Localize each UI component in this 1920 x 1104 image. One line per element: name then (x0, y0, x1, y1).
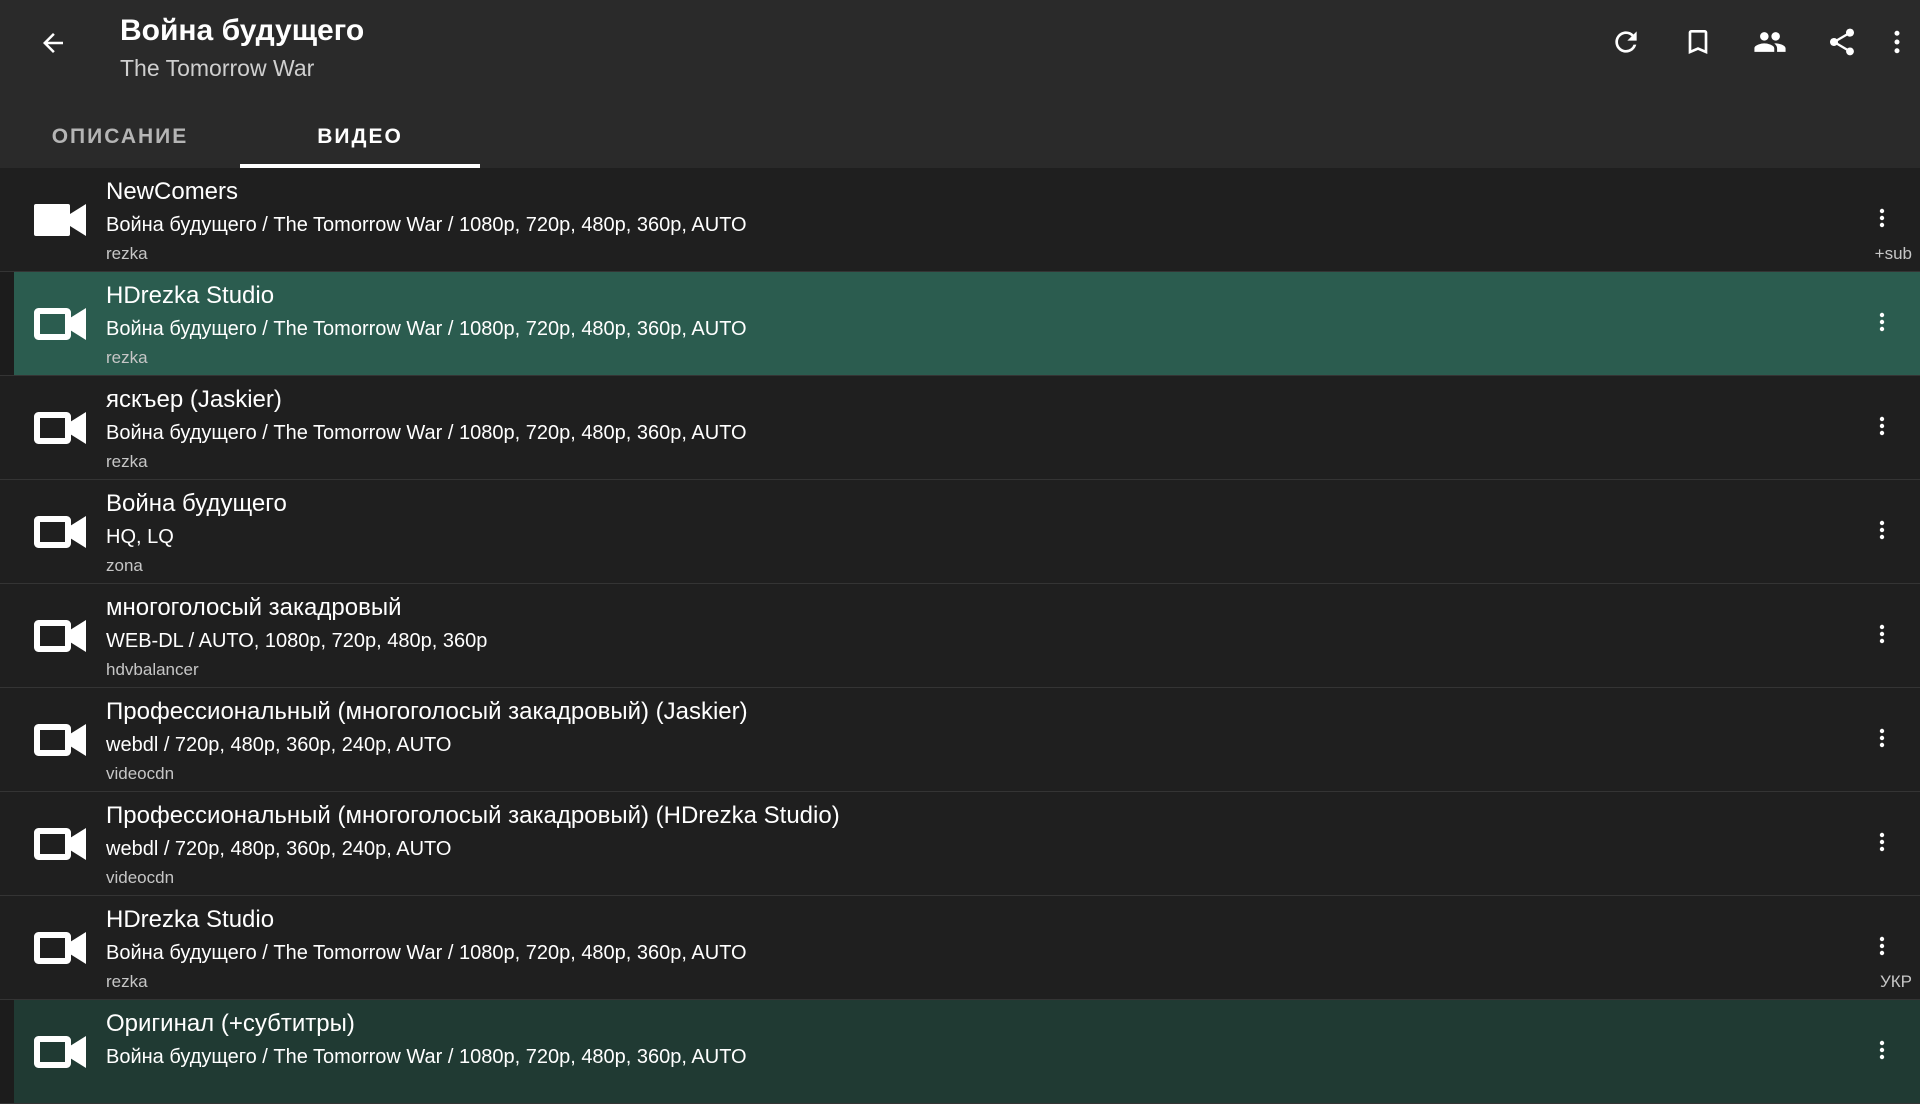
video-camera-icon (34, 928, 86, 968)
video-camera-icon (34, 408, 86, 448)
refresh-button[interactable] (1598, 14, 1654, 70)
video-source: rezka (106, 452, 148, 471)
video-title: Оригинал (+субтитры) (106, 1010, 355, 1037)
tab-description[interactable]: ОПИСАНИЕ (0, 106, 240, 168)
video-description: WEB-DL / AUTO, 1080p, 720p, 480p, 360p (106, 630, 488, 652)
video-row[interactable]: Профессиональный (многоголосый закадровы… (0, 792, 1920, 896)
video-camera-icon (34, 616, 86, 656)
row-more-button[interactable] (1864, 404, 1900, 448)
refresh-icon (1615, 31, 1637, 53)
tab-video[interactable]: ВИДЕО (240, 106, 480, 168)
more-vert-icon (1870, 931, 1894, 961)
share-icon (1830, 28, 1854, 56)
video-source: rezka (106, 244, 148, 263)
video-row[interactable]: Оригинал (+субтитры) Война будущего / The… (0, 1000, 1920, 1104)
video-camera-filled-icon (34, 200, 86, 240)
row-more-button[interactable] (1864, 1028, 1900, 1072)
video-title: NewComers (106, 178, 239, 205)
row-more-button[interactable] (1864, 300, 1900, 344)
video-description: Война будущего / The Tomorrow War / 1080… (106, 1046, 747, 1068)
more-vert-icon (1870, 1035, 1894, 1065)
video-source: rezka (106, 348, 148, 367)
video-description: HQ, LQ (106, 526, 174, 548)
video-camera-icon (34, 720, 86, 760)
app-bar: Война будущего The Tomorrow War ОПИСАНИЕ… (0, 0, 1920, 168)
video-source: videocdn (106, 868, 175, 887)
video-title: HDrezka Studio (106, 906, 275, 933)
video-source: rezka (106, 972, 148, 991)
arrow-back-icon (43, 33, 63, 53)
more-vert-icon (1870, 619, 1894, 649)
video-title: HDrezka Studio (106, 282, 275, 309)
video-title: многоголосый закадровый (106, 594, 402, 621)
video-description: Война будущего / The Tomorrow War / 1080… (106, 942, 747, 964)
video-description: Война будущего / The Tomorrow War / 1080… (106, 318, 747, 340)
video-description: webdl / 720p, 480p, 360p, 240p, AUTO (106, 838, 452, 860)
people-button[interactable] (1742, 14, 1798, 70)
more-vert-icon (1894, 30, 1900, 54)
video-camera-icon (34, 824, 86, 864)
row-more-button[interactable] (1864, 716, 1900, 760)
video-row[interactable]: HDrezka Studio Война будущего / The Tomor… (0, 896, 1920, 1000)
more-vert-icon (1870, 827, 1894, 857)
video-source: hdvbalancer (106, 660, 199, 679)
more-options-button[interactable] (1874, 14, 1920, 70)
bookmark-icon (1688, 30, 1708, 54)
video-description: Война будущего / The Tomorrow War / 1080… (106, 214, 747, 236)
video-description: webdl / 720p, 480p, 360p, 240p, AUTO (106, 734, 452, 756)
video-title: Война будущего (106, 490, 287, 517)
page-subtitle: The Tomorrow War (120, 55, 315, 81)
video-title: Профессиональный (многоголосый закадровы… (106, 698, 748, 725)
tab-bar: ОПИСАНИЕ ВИДЕО (0, 106, 1920, 168)
video-title: яскъер (Jaskier) (106, 386, 282, 413)
video-tag: +sub (1874, 244, 1912, 263)
video-row[interactable]: яскъер (Jaskier) Война будущего / The Tom… (0, 376, 1920, 480)
more-vert-icon (1870, 723, 1894, 753)
video-description: Война будущего / The Tomorrow War / 1080… (106, 422, 747, 444)
more-vert-icon (1870, 307, 1894, 337)
video-list: NewComers Война будущего / The Tomorrow W… (0, 168, 1920, 1104)
video-row[interactable]: многоголосый закадровый WEB-DL / AUTO, 10… (0, 584, 1920, 688)
more-vert-icon (1870, 515, 1894, 545)
row-more-button[interactable] (1864, 924, 1900, 968)
video-source: zona (106, 556, 143, 575)
video-row[interactable]: NewComers Война будущего / The Tomorrow W… (0, 168, 1920, 272)
video-camera-icon (34, 304, 86, 344)
video-tag: УКР (1879, 972, 1912, 991)
video-source: videocdn (106, 764, 175, 783)
row-more-button[interactable] (1864, 508, 1900, 552)
row-more-button[interactable] (1864, 820, 1900, 864)
video-row[interactable]: HDrezka Studio Война будущего / The Tomor… (0, 272, 1920, 376)
video-title: Профессиональный (многоголосый закадровы… (106, 802, 840, 829)
row-more-button[interactable] (1864, 612, 1900, 656)
share-button[interactable] (1814, 14, 1870, 70)
people-icon (1754, 32, 1786, 52)
video-camera-icon (34, 512, 86, 552)
page-title: Война будущего (120, 14, 365, 47)
video-camera-icon (34, 1032, 86, 1072)
row-more-button[interactable] (1864, 196, 1900, 240)
bookmark-button[interactable] (1670, 14, 1726, 70)
more-vert-icon (1870, 203, 1894, 233)
video-row[interactable]: Война будущего HQ, LQ zona (0, 480, 1920, 584)
back-button[interactable] (28, 18, 78, 68)
video-row[interactable]: Профессиональный (многоголосый закадровы… (0, 688, 1920, 792)
more-vert-icon (1870, 411, 1894, 441)
